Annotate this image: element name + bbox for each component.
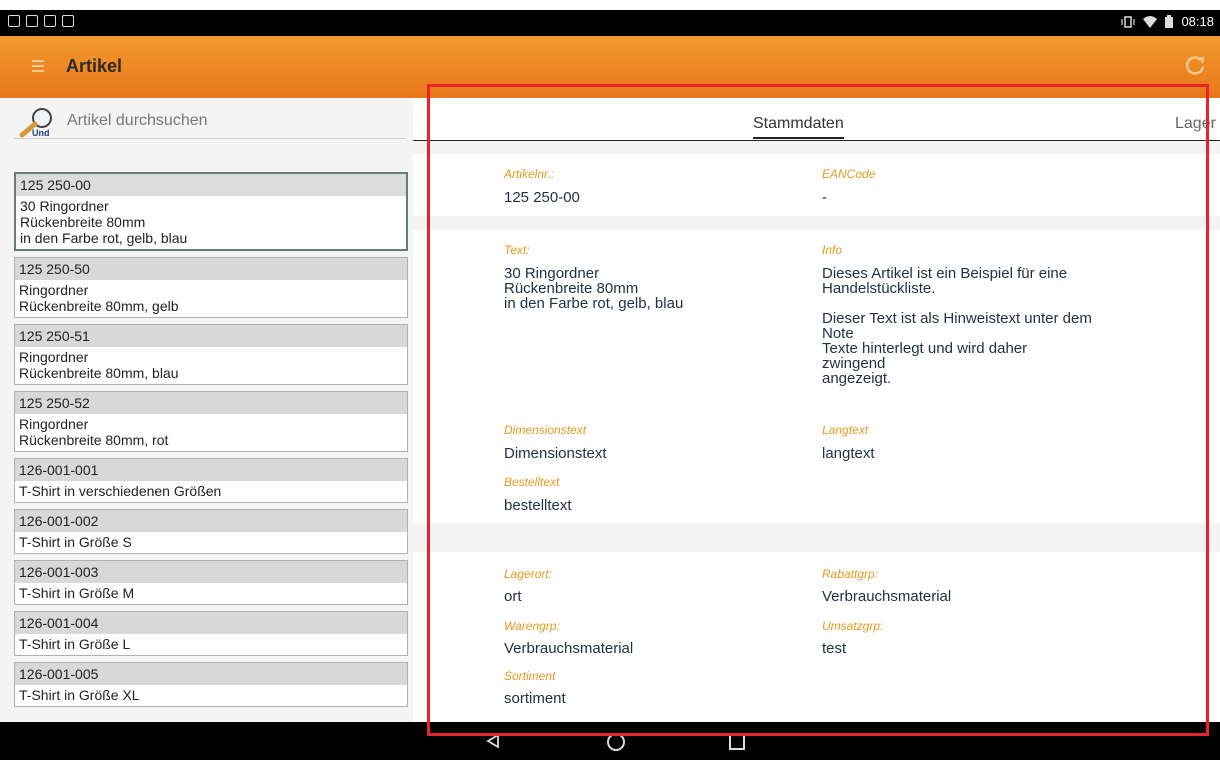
article-description: T-Shirt in verschiedenen Größen [19, 483, 222, 499]
article-number: 126-001-002 [15, 510, 407, 532]
list-item[interactable]: 125 250-50 Ringordner Rückenbreite 80mm, … [14, 257, 408, 318]
battery-icon [1165, 15, 1174, 28]
article-description: T-Shirt in Größe S [19, 534, 132, 550]
tab-lager[interactable]: Lager [1175, 115, 1216, 133]
app-notification-icon [44, 15, 56, 27]
back-icon[interactable] [486, 734, 500, 748]
article-description: T-Shirt in Größe XL [19, 687, 140, 703]
umsatzgrp-label: Umsatzgrp: [822, 619, 884, 633]
detail-panel: Stammdaten Lager Artikelnr.: 125 250-00 … [413, 98, 1220, 722]
langtext-value: langtext [822, 445, 875, 462]
list-item[interactable]: 126-001-001 T-Shirt in verschiedenen Größ… [14, 458, 408, 503]
article-description: Ringordner Rückenbreite 80mm, gelb [19, 282, 179, 314]
app-notification-icon [62, 15, 74, 27]
clock: 08:18 [1181, 14, 1214, 29]
article-list-panel: Und Artikel durchsuchen 125 250-00 30 Rin… [0, 98, 413, 722]
article-description: 30 Ringordner Rückenbreite 80mm in den F… [20, 198, 188, 246]
wifi-icon [1143, 15, 1158, 28]
list-item[interactable]: 125 250-52 Ringordner Rückenbreite 80mm, … [14, 391, 408, 452]
dimensionstext-label: Dimensionstext [504, 423, 587, 437]
article-number: 126-001-003 [15, 561, 407, 583]
warengrp-value: Verbrauchsmaterial [504, 640, 634, 657]
dimensionstext-value: Dimensionstext [504, 445, 607, 462]
app-toolbar: Artikel [0, 36, 1220, 98]
list-item[interactable]: 126-001-004 T-Shirt in Größe L [14, 611, 408, 656]
article-description: Ringordner Rückenbreite 80mm, rot [19, 416, 169, 448]
system-icons: 08:18 [1121, 14, 1214, 29]
gallery-notification-icon [8, 15, 20, 27]
search-logo-icon: Und [19, 108, 52, 138]
article-number: 125 250-00 [16, 174, 406, 196]
article-list: 125 250-00 30 Ringordner Rückenbreite 80m… [14, 172, 408, 713]
langtext-label: Langtext [822, 423, 869, 437]
list-item[interactable]: 126-001-005 T-Shirt in Größe XL [14, 662, 408, 707]
lagerort-value: ort [504, 588, 522, 605]
warengrp-label: Warengrp: [504, 619, 560, 633]
artikelnr-label: Artikelnr.: [504, 167, 555, 181]
bestelltext-label: Bestelltext [504, 475, 560, 489]
artikelnr-value: 125 250-00 [504, 189, 580, 206]
search-input[interactable]: Artikel durchsuchen [67, 112, 208, 130]
sortiment-value: sortiment [504, 690, 566, 707]
tab-bar: Stammdaten Lager [413, 98, 1220, 141]
download-notification-icon [26, 15, 38, 27]
search-logo-text: Und [32, 128, 50, 138]
page-title: Artikel [66, 56, 123, 76]
top-strip [0, 0, 1220, 10]
text-value: 30 Ringordner Rückenbreite 80mm in den F… [504, 265, 684, 312]
card-texts: Text: 30 Ringordner Rückenbreite 80mm in… [413, 230, 1220, 523]
info-value: Dieses Artikel ist ein Beispiel für eine… [822, 265, 1092, 387]
article-number: 125 250-51 [15, 325, 407, 347]
bestelltext-value: bestelltext [504, 497, 572, 514]
article-number: 126-001-004 [15, 612, 407, 634]
info-label: Info [822, 243, 843, 257]
tab-stammdaten[interactable]: Stammdaten [753, 115, 844, 139]
home-icon[interactable] [607, 733, 625, 751]
eancode-value: - [822, 189, 827, 206]
article-description: T-Shirt in Größe M [19, 585, 135, 601]
eancode-label: EANCode [822, 167, 876, 181]
navigation-bar [0, 722, 1220, 760]
article-number: 125 250-52 [15, 392, 407, 414]
list-item[interactable]: 125 250-51 Ringordner Rückenbreite 80mm, … [14, 324, 408, 385]
status-bar: 08:18 [0, 10, 1220, 36]
card-groups: Lagerort: ort Rabattgrp: Verbrauchsmater… [413, 552, 1220, 722]
list-item[interactable]: 126-001-003 T-Shirt in Größe M [14, 560, 408, 605]
article-description: T-Shirt in Größe L [19, 636, 131, 652]
rabattgrp-value: Verbrauchsmaterial [822, 588, 952, 605]
article-description: Ringordner Rückenbreite 80mm, blau [19, 349, 179, 381]
sortiment-label: Sortiment [504, 669, 556, 683]
search-bar[interactable]: Und Artikel durchsuchen [14, 104, 406, 139]
menu-icon[interactable] [32, 57, 44, 77]
article-number: 126-001-001 [15, 459, 407, 481]
lagerort-label: Lagerort: [504, 567, 553, 581]
vibrate-icon [1121, 15, 1136, 28]
refresh-icon[interactable] [1184, 54, 1206, 76]
recent-apps-icon[interactable] [729, 734, 745, 750]
rabattgrp-label: Rabattgrp: [822, 567, 879, 581]
card-ids: Artikelnr.: 125 250-00 EANCode - [413, 154, 1220, 216]
article-number: 126-001-005 [15, 663, 407, 685]
list-item[interactable]: 126-001-002 T-Shirt in Größe S [14, 509, 408, 554]
article-number: 125 250-50 [15, 258, 407, 280]
text-label: Text: [504, 243, 530, 257]
notification-icons [8, 15, 74, 27]
umsatzgrp-value: test [822, 640, 847, 657]
list-item[interactable]: 125 250-00 30 Ringordner Rückenbreite 80m… [14, 172, 408, 251]
